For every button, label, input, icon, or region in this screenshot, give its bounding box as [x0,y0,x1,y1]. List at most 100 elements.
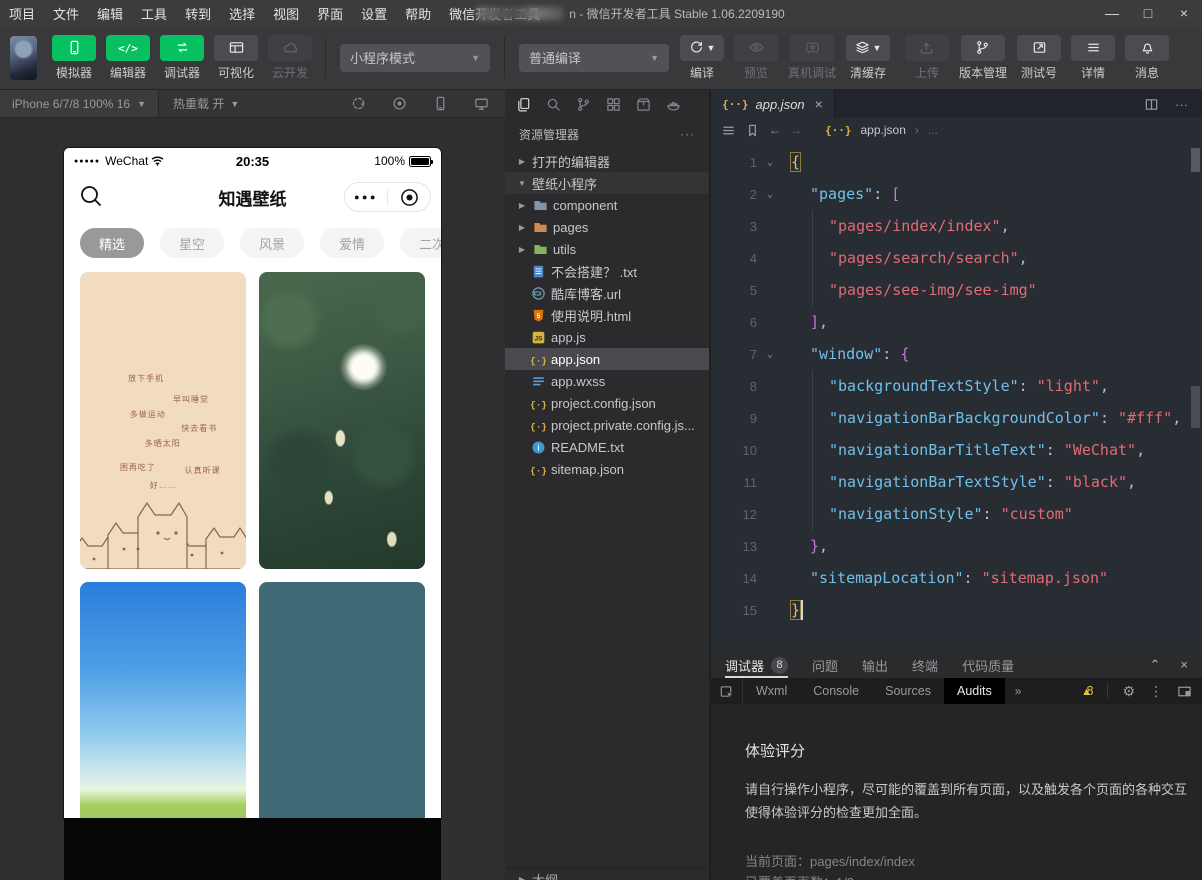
device-selector[interactable]: iPhone 6/7/8 100% 16 ▼ [0,90,159,117]
menu-item[interactable]: 设置 [352,0,396,26]
code-area[interactable]: 1⌄{2⌄"pages": [3"pages/index/index",4"pa… [711,146,1190,652]
breadcrumb-file[interactable]: app.json [861,123,906,137]
category-tab[interactable]: 精选 [80,228,144,258]
file-item-_.url[interactable]: 酷库博客.url [505,282,709,304]
toolbar-button-details[interactable]: 详情 [1071,35,1115,81]
menu-item[interactable]: 转到 [176,0,220,26]
toolbar-button-code[interactable]: </>编辑器 [106,35,150,81]
category-tab[interactable]: 二次 [400,228,441,258]
file-item-app.js[interactable]: JSapp.js [505,326,709,348]
toolbar-button-layout[interactable]: 可视化 [214,35,258,81]
debugger-tab[interactable]: 问题 [812,652,838,678]
user-avatar[interactable] [10,36,37,80]
menu-item[interactable]: 编辑 [88,0,132,26]
menu-item[interactable]: 项目 [0,0,44,26]
wallpaper-teal[interactable] [259,582,425,818]
file-item-pages[interactable]: ▶pages [505,216,709,238]
menu-item[interactable]: 微信开发者工具 [440,0,549,26]
wallpaper-white-flower[interactable] [259,272,425,569]
menu-item[interactable]: 界面 [308,0,352,26]
file-item-README.txt[interactable]: iREADME.txt [505,436,709,458]
file-item-sitemap.json[interactable]: {·}sitemap.json [505,458,709,480]
debugger-tab[interactable]: 代码质量 [962,652,1014,678]
category-tab[interactable]: 星空 [160,228,224,258]
debugger-tab[interactable]: 调试器8 [725,652,788,678]
toolbar-button-debug[interactable]: 调试器 [160,35,204,81]
toolbar-button-compile[interactable]: ▼编译 [680,35,724,81]
toolbar-button-bell[interactable]: 消息 [1125,35,1169,81]
files-icon[interactable] [516,97,531,112]
menu-item[interactable]: 文件 [44,0,88,26]
device-frame-icon[interactable] [433,96,448,111]
file-item-app.wxss[interactable]: app.wxss [505,370,709,392]
section-project-root[interactable]: ▼ 壁纸小程序 [505,172,709,194]
more-actions-icon[interactable]: ··· [1175,97,1188,112]
capsule-menu-button[interactable]: ●●● [345,192,387,202]
toolbar-button-layers[interactable]: ▼清缓存 [846,35,890,81]
menu-item[interactable]: 帮助 [396,0,440,26]
npm-package-icon[interactable] [636,97,651,112]
gear-icon[interactable]: ⚙ [1122,683,1135,700]
devtools-tab-audits[interactable]: Audits [944,678,1005,704]
search-icon[interactable] [546,97,561,112]
outline-section[interactable]: ▶ 大纲 [505,867,709,880]
devtools-tab-wxml[interactable]: Wxml [743,678,800,704]
category-tab[interactable]: 爱情 [320,228,384,258]
kebab-menu-icon[interactable]: ⋮ [1149,683,1163,700]
breadcrumb-more[interactable]: ... [928,123,938,137]
section-open-editors[interactable]: ▶ 打开的编辑器 [505,150,709,172]
fold-chevron-icon[interactable]: ⌄ [757,189,783,200]
file-item-component[interactable]: ▶component [505,194,709,216]
rotate-icon[interactable] [351,96,366,111]
more-actions-icon[interactable]: ··· [680,127,695,141]
file-item-_.txt[interactable]: 不会搭建？ .txt [505,260,709,282]
file-item-app.json[interactable]: {·}app.json [505,348,709,370]
file-item-_.html[interactable]: 5使用说明.html [505,304,709,326]
scrollbar-thumb[interactable] [1191,148,1200,172]
debugger-tab[interactable]: 输出 [862,652,888,678]
menu-item[interactable]: 视图 [264,0,308,26]
record-icon[interactable] [392,96,407,111]
dock-panel-icon[interactable] [1177,684,1192,699]
category-tab[interactable]: 风景 [240,228,304,258]
scrollbar-mark[interactable] [1191,386,1200,428]
outline-list-icon[interactable] [721,123,736,138]
debugger-tab[interactable]: 终端 [912,652,938,678]
toolbar-button-phone[interactable]: 模拟器 [52,35,96,81]
fold-chevron-icon[interactable]: ⌄ [757,157,783,168]
hot-reload-toggle[interactable]: 热重载 开 ▼ [159,95,253,112]
inspect-element-icon[interactable] [711,678,743,704]
nav-forward-icon[interactable]: → [790,123,802,137]
bookmark-icon[interactable] [745,123,760,138]
devtools-tab-sources[interactable]: Sources [872,678,944,704]
menu-item[interactable]: 工具 [132,0,176,26]
nav-back-icon[interactable]: ← [769,123,781,137]
cloud-service-icon[interactable] [666,97,681,112]
mode-dropdown[interactable]: 小程序模式▼ [340,44,490,72]
git-branch-icon[interactable] [576,97,591,112]
toolbar-button-test[interactable]: 测试号 [1017,35,1061,81]
overflow-tabs-icon[interactable]: » [1005,678,1032,704]
multi-device-icon[interactable] [474,96,489,111]
file-item-project.private.config.js...[interactable]: {·}project.private.config.js... [505,414,709,436]
minimize-button[interactable]: — [1094,0,1130,26]
menu-item[interactable]: 选择 [220,0,264,26]
file-item-utils[interactable]: ▶utils [505,238,709,260]
close-panel-icon[interactable]: × [1180,657,1188,673]
close-button[interactable]: × [1166,0,1202,26]
warning-badge[interactable]: ▲ 8 [1081,684,1093,698]
wallpaper-sky-field[interactable] [80,582,246,818]
search-icon[interactable] [78,183,104,212]
collapse-panel-icon[interactable]: ⌃ [1150,657,1161,673]
wallpaper-poem-cats[interactable]: 放下手机早叫睡觉多做运动快去看书多晒太阳困再吃了认真听课好…… [80,272,246,569]
toolbar-button-branch[interactable]: 版本管理 [959,35,1007,81]
split-editor-icon[interactable] [1144,97,1159,112]
close-icon[interactable]: × [815,96,823,112]
maximize-button[interactable]: □ [1130,0,1166,26]
file-item-project.config.json[interactable]: {·}project.config.json [505,392,709,414]
capsule-close-button[interactable] [388,188,430,207]
fold-chevron-icon[interactable]: ⌄ [757,349,783,360]
compile-mode-dropdown[interactable]: 普通编译▼ [519,44,669,72]
devtools-tab-console[interactable]: Console [800,678,872,704]
extensions-icon[interactable] [606,97,621,112]
